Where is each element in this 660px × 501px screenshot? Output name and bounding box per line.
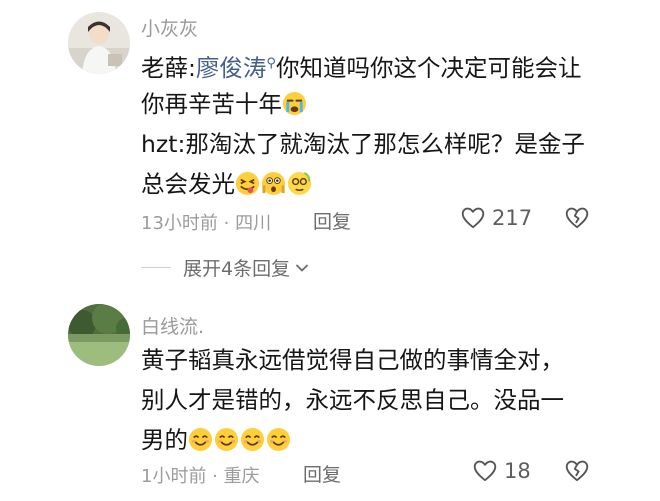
chevron-down-icon [296,264,308,271]
meta-separator: · [223,213,230,234]
like-count: 217 [492,206,533,230]
text-segment: 总会发光 [141,170,235,198]
avatar[interactable] [68,12,130,74]
comment-text: 总会发光 [141,163,313,205]
username[interactable]: 小灰灰 [141,14,198,41]
comment-text: 你再辛苦十年 [141,83,308,125]
expand-replies-label: 展开4条回复 [183,258,291,280]
comment-text: hzt:那淘汰了就淘汰了那怎么样呢？是金子 [141,123,585,165]
divider [141,267,171,268]
reply-button[interactable]: 回复 [313,207,351,234]
dislike-button[interactable] [564,458,590,488]
comment-text: 黄子韬真永远借觉得自己做的事情全对， [141,339,564,381]
wink-tongue-emoji-icon [235,171,260,196]
dislike-button[interactable] [564,205,590,235]
mention-link[interactable]: 廖俊涛 [196,54,267,82]
text-segment: 你再辛苦十年 [141,90,282,118]
comment-meta: 13小时前 · 四川 [141,209,271,235]
text-segment: hzt:那淘汰了就淘汰了那怎么样呢？是金子 [141,130,585,158]
like-count: 18 [504,459,531,483]
text-segment: 老薛: [141,53,196,82]
comment-text: 老薛:廖俊涛⚲你知道吗你这个决定可能会让 [141,43,581,89]
comment-2: 白线流. 黄子韬真永远借觉得自己做的事情全对， 别人才是错的，永远不反思自己。没… [0,290,660,501]
timestamp: 1小时前 [141,466,207,487]
like-button[interactable]: 18 [472,458,531,484]
reply-button[interactable]: 回复 [303,460,341,487]
smile-emoji-icon [240,427,265,452]
expand-replies-button[interactable]: 展开4条回复 [141,254,310,281]
meta-separator: · [212,466,218,487]
text-segment: 你知道吗你这个决定可能会让 [275,53,582,82]
timestamp: 13小时前 [141,213,218,234]
crying-emoji-icon [282,91,307,116]
search-icon[interactable]: ⚲ [266,56,276,71]
text-segment: 黄子韬真永远借觉得自己做的事情全对， [141,346,564,374]
comment-text: 别人才是错的，永远不反思自己。没品一 [141,379,564,421]
smile-emoji-icon [214,427,239,452]
comment-text: 男的 [141,419,292,461]
text-segment: 别人才是错的，永远不反思自己。没品一 [141,386,564,414]
heart-icon [461,207,485,229]
broken-heart-icon [565,460,589,482]
smile-emoji-icon [266,427,291,452]
text-segment: 男的 [141,426,188,454]
dizzy-emoji-icon [287,171,312,196]
smile-emoji-icon [188,427,213,452]
broken-heart-icon [565,207,589,229]
shocked-emoji-icon [261,171,286,196]
heart-icon [473,460,497,482]
avatar[interactable] [68,304,130,366]
username[interactable]: 白线流. [141,312,204,339]
location: 重庆 [223,466,260,487]
like-button[interactable]: 217 [460,205,532,231]
comment-meta: 1小时前 · 重庆 [141,462,260,488]
location: 四川 [235,213,272,234]
comment-1: 小灰灰 老薛:廖俊涛⚲你知道吗你这个决定可能会让 你再辛苦十年 hzt:那淘汰了… [0,0,660,290]
